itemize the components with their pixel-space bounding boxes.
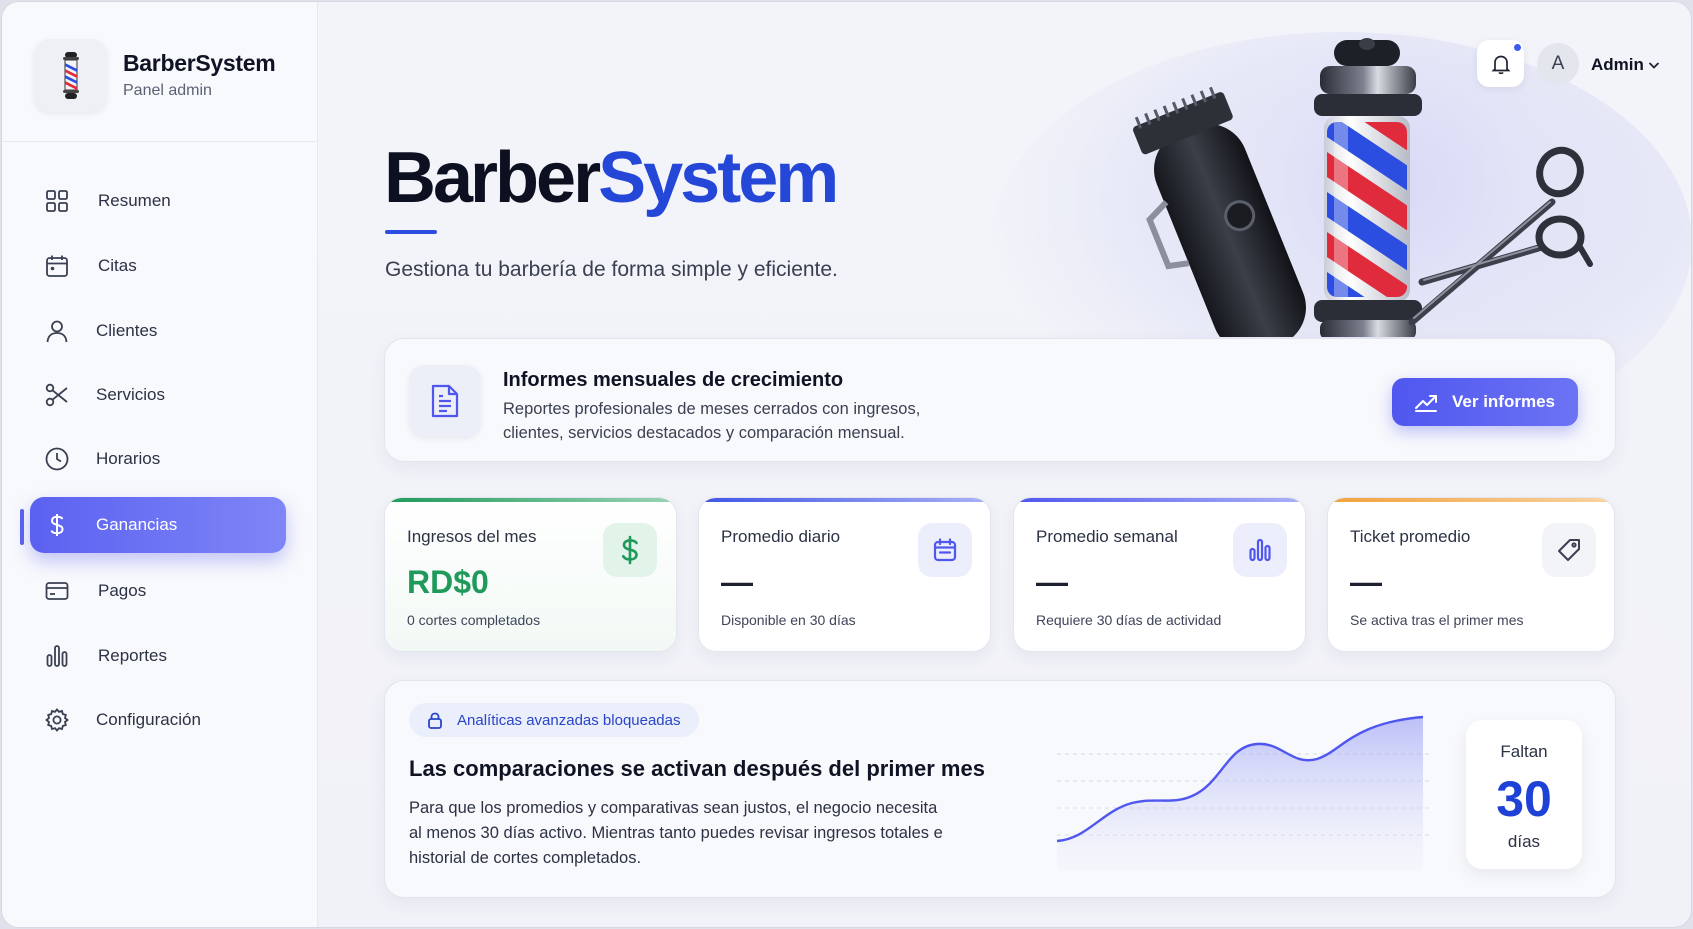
page-title: BarberSystem bbox=[384, 137, 839, 219]
card-accent-bar bbox=[1328, 498, 1614, 502]
notification-dot bbox=[1512, 42, 1523, 53]
sidebar-item-label: Horarios bbox=[96, 449, 161, 468]
sidebar-item-label: Resumen bbox=[98, 191, 171, 210]
stat-label: Ticket promedio bbox=[1350, 527, 1471, 546]
sidebar-item-resumen[interactable]: Resumen bbox=[30, 173, 286, 229]
placeholder-area-chart bbox=[1057, 715, 1429, 871]
calendar-icon bbox=[46, 255, 68, 277]
barber-tools-illustration bbox=[1133, 38, 1593, 337]
brand-name: BarberSystem bbox=[123, 50, 276, 76]
stat-note: 0 cortes completados bbox=[407, 612, 541, 628]
sidebar-item-label: Configuración bbox=[96, 710, 201, 729]
sidebar-item-servicios[interactable]: Servicios bbox=[30, 367, 286, 423]
report-title: Informes mensuales de crecimiento bbox=[503, 369, 844, 391]
countdown-value: 30 bbox=[1496, 771, 1552, 827]
bar-chart-icon bbox=[1233, 523, 1287, 577]
title-underline bbox=[385, 230, 437, 234]
sidebar-item-configuracion[interactable]: Configuración bbox=[30, 692, 286, 748]
app-window: BarberSystem Panel admin Resumen Citas C… bbox=[1, 1, 1692, 928]
title-part-2: System bbox=[598, 138, 839, 218]
stat-label: Promedio semanal bbox=[1036, 527, 1178, 546]
monthly-reports-card: Informes mensuales de crecimiento Report… bbox=[384, 338, 1616, 462]
card-accent-bar bbox=[1014, 498, 1305, 502]
avatar[interactable]: A bbox=[1537, 43, 1579, 85]
document-icon bbox=[409, 365, 481, 437]
stat-card-average-ticket: Ticket promedio — Se activa tras el prim… bbox=[1327, 497, 1615, 652]
sidebar-item-label: Ganancias bbox=[96, 515, 178, 534]
active-indicator bbox=[20, 509, 24, 545]
page-subtitle: Gestiona tu barbería de forma simple y e… bbox=[385, 258, 838, 281]
card-accent-bar bbox=[385, 498, 676, 502]
title-part-1: Barber bbox=[384, 138, 601, 218]
trending-up-icon bbox=[1415, 395, 1437, 412]
sidebar-item-citas[interactable]: Citas bbox=[30, 238, 286, 294]
stat-value: RD$0 bbox=[407, 564, 489, 600]
bell-icon bbox=[1490, 55, 1511, 74]
view-reports-button[interactable]: Ver informes bbox=[1392, 378, 1578, 426]
dollar-icon bbox=[603, 523, 657, 577]
lock-icon bbox=[428, 712, 442, 729]
calendar-icon bbox=[918, 523, 972, 577]
locked-analytics-badge: Analíticas avanzadas bloqueadas bbox=[409, 703, 699, 737]
sidebar-item-label: Servicios bbox=[96, 385, 165, 404]
chevron-down-icon[interactable] bbox=[1647, 58, 1661, 72]
locked-analytics-card: Analíticas avanzadas bloqueadas Las comp… bbox=[384, 680, 1616, 898]
brand-subtitle: Panel admin bbox=[123, 82, 212, 99]
credit-card-icon bbox=[45, 582, 69, 600]
bar-chart-icon bbox=[46, 645, 68, 667]
tag-icon bbox=[1542, 523, 1596, 577]
report-description: Reportes profesionales de meses cerrados… bbox=[503, 400, 921, 442]
sidebar: BarberSystem Panel admin Resumen Citas C… bbox=[2, 2, 318, 927]
stat-card-weekly-average: Promedio semanal — Requiere 30 días de a… bbox=[1013, 497, 1306, 652]
stat-value: — bbox=[721, 564, 753, 600]
clock-icon bbox=[45, 447, 69, 471]
sidebar-item-label: Clientes bbox=[96, 321, 158, 340]
stat-label: Promedio diario bbox=[721, 527, 841, 546]
stat-note: Requiere 30 días de actividad bbox=[1036, 612, 1222, 628]
view-reports-label: Ver informes bbox=[1452, 392, 1555, 411]
sidebar-item-horarios[interactable]: Horarios bbox=[30, 431, 286, 487]
barber-pole-logo bbox=[34, 39, 107, 112]
scissors-icon bbox=[45, 383, 68, 407]
countdown-box: Faltan 30 días bbox=[1466, 720, 1582, 869]
stat-note: Se activa tras el primer mes bbox=[1350, 612, 1524, 628]
sidebar-item-label: Citas bbox=[98, 256, 137, 275]
sidebar-item-label: Reportes bbox=[98, 646, 167, 665]
dollar-icon bbox=[50, 514, 64, 536]
countdown-unit: días bbox=[1507, 832, 1541, 851]
stat-value: — bbox=[1036, 564, 1068, 600]
analytics-title: Las comparaciones se activan después del… bbox=[409, 756, 985, 781]
sidebar-item-reportes[interactable]: Reportes bbox=[30, 628, 286, 684]
sidebar-item-ganancias[interactable]: Ganancias bbox=[30, 497, 286, 553]
analytics-description: Para que los promedios y comparativas se… bbox=[409, 799, 943, 867]
grid-icon bbox=[46, 190, 68, 212]
user-icon bbox=[46, 320, 68, 343]
sidebar-item-pagos[interactable]: Pagos bbox=[30, 563, 286, 619]
countdown-label: Faltan bbox=[1500, 742, 1548, 761]
sidebar-item-clientes[interactable]: Clientes bbox=[30, 303, 286, 359]
stat-card-daily-average: Promedio diario — Disponible en 30 días bbox=[698, 497, 991, 652]
stat-label: Ingresos del mes bbox=[407, 527, 537, 546]
gear-icon bbox=[45, 708, 69, 732]
card-accent-bar bbox=[699, 498, 990, 502]
brand-header: BarberSystem Panel admin bbox=[2, 2, 318, 142]
badge-label: Analíticas avanzadas bloqueadas bbox=[457, 711, 681, 729]
sidebar-item-label: Pagos bbox=[98, 581, 147, 600]
stat-note: Disponible en 30 días bbox=[721, 612, 856, 628]
stat-card-income: Ingresos del mes RD$0 0 cortes completad… bbox=[384, 497, 677, 652]
user-name[interactable]: Admin bbox=[1591, 55, 1644, 75]
stat-value: — bbox=[1350, 564, 1382, 600]
